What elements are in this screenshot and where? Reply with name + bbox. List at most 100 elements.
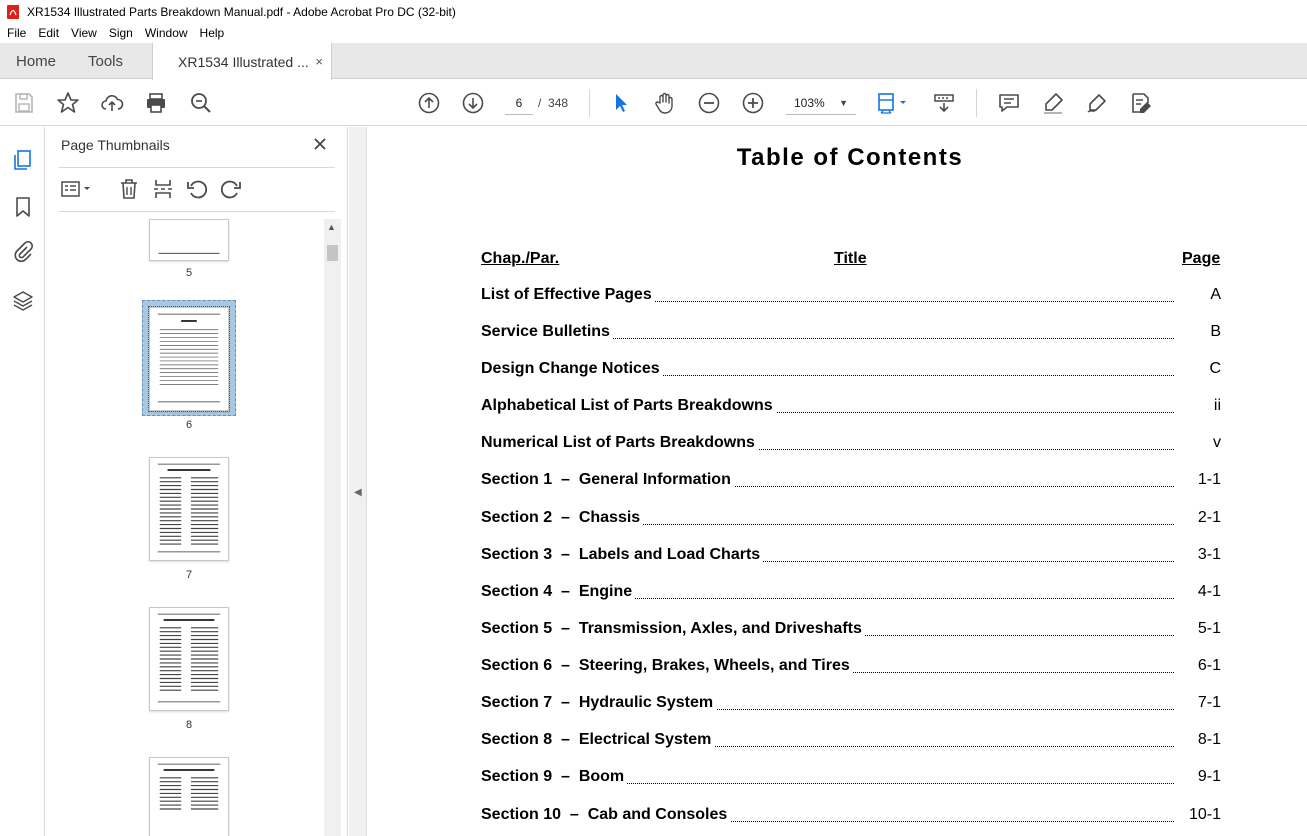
toolbar-divider-2 — [976, 89, 977, 117]
save-icon[interactable] — [11, 90, 37, 116]
thumbnail-toolbar — [59, 175, 335, 203]
zoom-out-icon[interactable] — [696, 90, 722, 116]
toc-entry-label: Section 4 – Engine — [481, 583, 636, 601]
toc-entry[interactable]: Numerical List of Parts Breakdowns v — [481, 434, 1221, 454]
toc-entry[interactable]: Section 3 – Labels and Load Charts 3-1 — [481, 546, 1221, 566]
rotate-counterclockwise-icon[interactable] — [185, 177, 209, 201]
next-page-icon[interactable] — [460, 90, 486, 116]
toc-entry-page: 9-1 — [1197, 768, 1221, 785]
menu-window[interactable]: Window — [139, 26, 194, 40]
tab-tools[interactable]: Tools — [88, 43, 123, 79]
menu-edit[interactable]: Edit — [32, 26, 65, 40]
acrobat-pdf-icon — [7, 4, 19, 19]
toc-entry-label: Section 2 – Chassis — [481, 509, 644, 527]
menu-help[interactable]: Help — [194, 26, 231, 40]
column-header-title: Title — [834, 250, 867, 267]
print-icon[interactable] — [143, 90, 169, 116]
document-view[interactable]: Table of Contents Chap./Par. Title Page … — [367, 127, 1307, 836]
navigation-rail — [0, 127, 45, 836]
fit-page-icon[interactable] — [874, 90, 912, 116]
toc-entry[interactable]: Service Bulletins B — [481, 323, 1221, 343]
edit-pdf-icon[interactable] — [1128, 90, 1154, 116]
draw-sign-icon[interactable] — [1084, 90, 1110, 116]
toc-entry[interactable]: List of Effective Pages A — [481, 286, 1221, 306]
toc-entry[interactable]: Section 5 – Transmission, Axles, and Dri… — [481, 620, 1221, 640]
zoom-in-icon[interactable] — [740, 90, 766, 116]
rotate-clockwise-icon[interactable] — [219, 177, 243, 201]
toc-entry[interactable]: Section 7 – Hydraulic System 7-1 — [481, 694, 1221, 714]
toc-entry-label: Section 9 – Boom — [481, 768, 628, 786]
toc-entry-label: Section 6 – Steering, Brakes, Wheels, an… — [481, 657, 853, 675]
toc-entry-page: B — [1210, 323, 1221, 340]
close-panel-icon[interactable] — [309, 133, 331, 155]
chevron-down-icon: ▼ — [839, 98, 848, 108]
toc-entry[interactable]: Section 4 – Engine 4-1 — [481, 583, 1221, 603]
toc-entry-label: Section 8 – Electrical System — [481, 731, 715, 749]
thumbnail-label: 7 — [185, 569, 193, 581]
menu-view[interactable]: View — [65, 26, 103, 40]
toc-entry-label: Section 7 – Hydraulic System — [481, 694, 717, 712]
toc-entry-label: Design Change Notices — [481, 360, 663, 378]
toc-entry-page: 7-1 — [1197, 694, 1221, 711]
scrollbar-thumb[interactable] — [327, 245, 338, 261]
thumbnail-options-icon[interactable] — [59, 177, 95, 201]
thumbnail-page[interactable] — [149, 607, 229, 711]
upload-cloud-icon[interactable] — [99, 90, 125, 116]
panel-title: Page Thumbnails — [61, 137, 170, 153]
toc-entry-label: List of Effective Pages — [481, 286, 655, 304]
toc-entry-page: 4-1 — [1197, 583, 1221, 600]
previous-page-icon[interactable] — [416, 90, 442, 116]
tab-home[interactable]: Home — [16, 43, 56, 79]
toc-entry[interactable]: Section 2 – Chassis 2-1 — [481, 509, 1221, 529]
layers-icon[interactable] — [10, 288, 36, 314]
panel-divider — [59, 167, 335, 168]
scroll-mode-icon[interactable] — [931, 90, 957, 116]
delete-page-trash-icon[interactable] — [117, 177, 141, 201]
thumbnail-page-selected[interactable] — [148, 306, 230, 412]
tab-bar: Home Tools XR1534 Illustrated ... × — [0, 43, 1307, 80]
comment-icon[interactable] — [996, 90, 1022, 116]
page-number-input[interactable]: 6 — [505, 91, 533, 115]
toc-entry[interactable]: Design Change Notices C — [481, 360, 1221, 380]
menu-sign[interactable]: Sign — [103, 26, 139, 40]
toc-entry[interactable]: Section 10 – Cab and Consoles 10-1 — [481, 806, 1221, 826]
toc-entry[interactable]: Section 1 – General Information 1-1 — [481, 471, 1221, 491]
star-icon[interactable] — [55, 90, 81, 116]
document-title: Table of Contents — [736, 144, 964, 171]
page-count: / 348 — [538, 91, 568, 115]
toc-entry-page: 2-1 — [1197, 509, 1221, 526]
close-tab-icon[interactable]: × — [315, 54, 323, 69]
panel-collapse-handle[interactable]: ◀ — [349, 127, 367, 836]
thumbnail-page[interactable] — [149, 457, 229, 561]
zoom-level-value: 103% — [794, 96, 825, 110]
thumbnail-scrollbar[interactable]: ▲ — [324, 219, 341, 836]
toc-entry-page: 10-1 — [1188, 806, 1221, 823]
scroll-up-icon[interactable]: ▲ — [327, 222, 336, 232]
page-thumbnails-icon[interactable] — [10, 147, 36, 173]
toc-entry[interactable]: Alphabetical List of Parts Breakdowns ii — [481, 397, 1221, 417]
toc-entry-label: Section 3 – Labels and Load Charts — [481, 546, 764, 564]
column-header-chap: Chap./Par. — [481, 250, 560, 267]
thumbnail-page[interactable] — [149, 757, 229, 836]
bookmark-icon[interactable] — [10, 194, 36, 220]
thumbnail-page[interactable] — [149, 219, 229, 261]
insert-page-icon[interactable] — [151, 177, 175, 201]
tab-document[interactable]: XR1534 Illustrated ... × — [152, 43, 332, 80]
zoom-search-icon[interactable] — [188, 90, 214, 116]
toc-entry-label: Service Bulletins — [481, 323, 613, 341]
menu-file[interactable]: File — [0, 26, 32, 40]
column-header-page: Page — [1182, 250, 1221, 267]
zoom-level-select[interactable]: 103% ▼ — [786, 91, 856, 115]
attachment-paperclip-icon[interactable] — [10, 239, 36, 265]
toc-entry[interactable]: Section 9 – Boom 9-1 — [481, 768, 1221, 788]
select-cursor-icon[interactable] — [608, 90, 634, 116]
tab-document-label: XR1534 Illustrated ... — [178, 53, 309, 70]
toc-entry-label: Section 1 – General Information — [481, 471, 734, 489]
toc-entry[interactable]: Section 8 – Electrical System 8-1 — [481, 731, 1221, 751]
highlight-pen-icon[interactable] — [1040, 90, 1066, 116]
toc-entry[interactable]: Section 6 – Steering, Brakes, Wheels, an… — [481, 657, 1221, 677]
hand-tool-icon[interactable] — [652, 90, 678, 116]
toc-entry-label: Section 10 – Cab and Consoles — [481, 806, 731, 824]
toc-entry-label: Numerical List of Parts Breakdowns — [481, 434, 758, 452]
toolbar-divider — [589, 89, 590, 117]
